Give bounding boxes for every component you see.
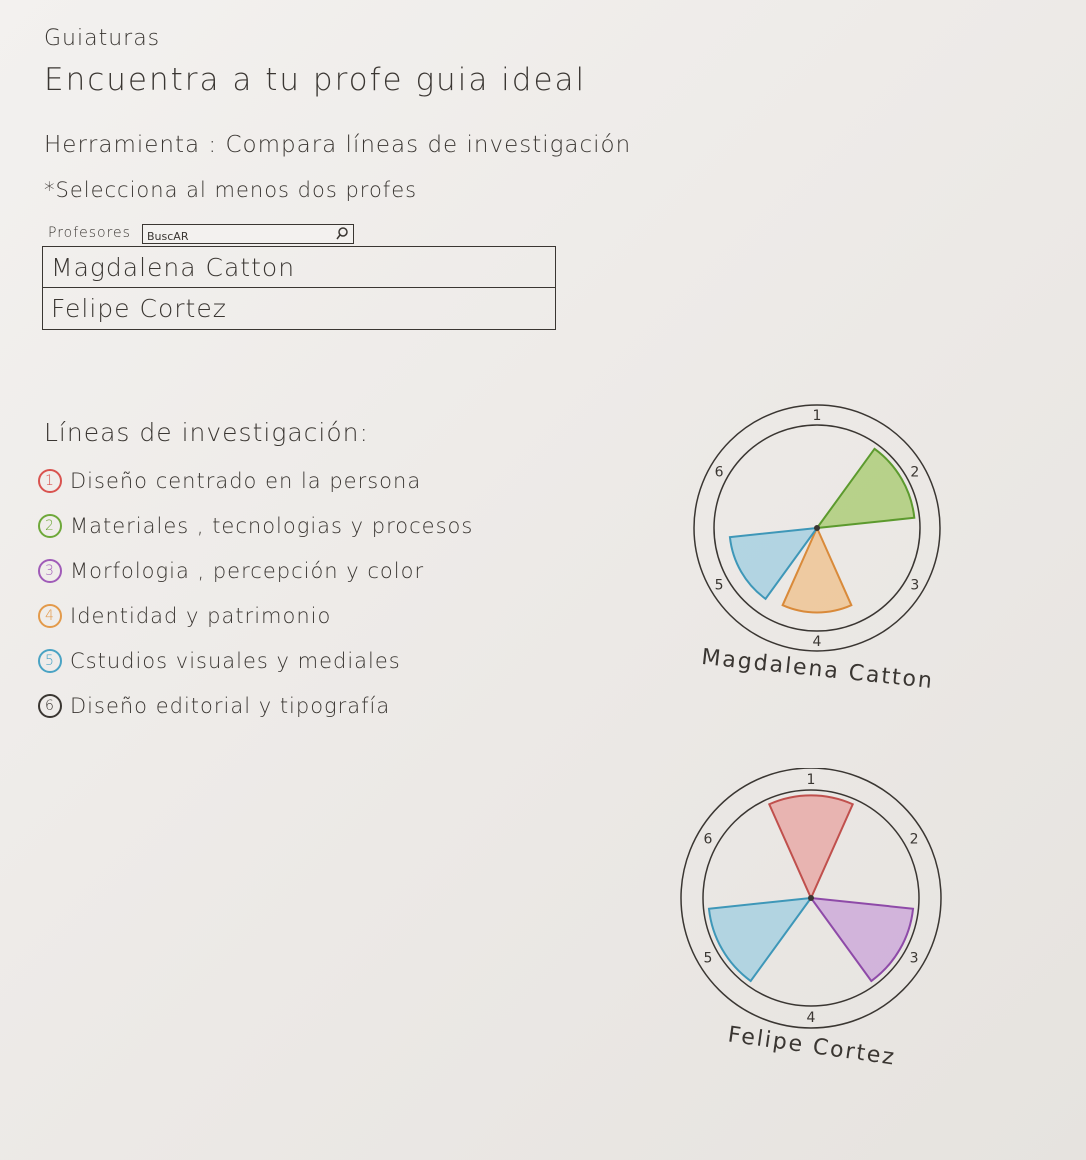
sector-label-3: 3 (910, 578, 919, 594)
research-line-label: Morfologia , percepción y color (70, 558, 425, 583)
search-icon[interactable] (335, 226, 349, 240)
app-name: Guiaturas (44, 26, 161, 51)
sector-label-3: 3 (910, 951, 919, 967)
number-badge: 6 (38, 693, 62, 718)
research-line-label: Diseño editorial y tipografía (70, 693, 391, 718)
research-line-label: Identidad y patrimonio (70, 603, 332, 628)
research-line-label: Cstudios visuales y mediales (70, 648, 401, 673)
number-badge: 5 (38, 648, 62, 673)
research-lines-title: Líneas de investigación: (44, 418, 369, 447)
research-line-item: 3 Morfologia , percepción y color (38, 548, 473, 593)
tool-title: Herramienta : Compara líneas de investig… (44, 132, 632, 158)
sector-label-4: 4 (813, 634, 822, 650)
sector-label-6: 6 (715, 465, 724, 481)
professors-list: Magdalena Catton Felipe Cortez (42, 246, 556, 330)
sector-label-1: 1 (807, 772, 816, 788)
number-badge: 1 (38, 468, 62, 493)
sector-label-2: 2 (910, 832, 919, 848)
research-lines-list: 1 Diseño centrado en la persona 2 Materi… (38, 458, 473, 728)
center-dot (814, 525, 820, 531)
research-line-item: 5 Cstudios visuales y mediales (38, 638, 473, 683)
sector-line-2 (814, 447, 916, 530)
research-line-label: Diseño centrado en la persona (70, 468, 422, 493)
research-line-label: Materiales , tecnologias y procesos (70, 513, 474, 538)
chart-magdalena-catton: 1 2 3 4 5 6 Magdalena Catton (693, 404, 941, 694)
search-input[interactable] (143, 227, 331, 246)
sector-line-1 (767, 794, 855, 901)
number-badge: 2 (38, 513, 62, 538)
number-badge: 3 (38, 558, 62, 583)
professors-label: Profesores (48, 225, 131, 241)
chart-felipe-cortez: 1 2 3 4 5 6 Felipe Cortez (680, 768, 942, 1071)
research-line-item: 4 Identidad y patrimonio (38, 593, 473, 638)
sector-line-5 (707, 896, 814, 983)
research-line-item: 6 Diseño editorial y tipografía (38, 683, 473, 728)
sector-label-6: 6 (703, 832, 712, 848)
sector-label-5: 5 (715, 578, 724, 594)
page-subtitle: Encuentra a tu profe guia ideal (44, 62, 587, 98)
sector-label-5: 5 (703, 951, 712, 967)
sector-label-4: 4 (807, 1010, 816, 1026)
center-dot (808, 895, 814, 901)
research-line-item: 1 Diseño centrado en la persona (38, 458, 473, 503)
instruction-text: *Selecciona al menos dos profes (44, 178, 418, 202)
chart-title: Magdalena Catton (700, 645, 935, 694)
professors-header: Profesores (44, 222, 556, 246)
sector-label-2: 2 (910, 465, 919, 481)
professor-row-felipe-cortez[interactable]: Felipe Cortez (42, 288, 556, 330)
number-badge: 4 (38, 603, 62, 628)
sector-line-3 (808, 896, 915, 983)
sector-label-1: 1 (813, 408, 822, 424)
search-box[interactable] (142, 224, 354, 246)
chart-title: Felipe Cortez (726, 1022, 897, 1070)
research-line-item: 2 Materiales , tecnologias y procesos (38, 503, 473, 548)
professor-row-magdalena-catton[interactable]: Magdalena Catton (42, 246, 556, 288)
